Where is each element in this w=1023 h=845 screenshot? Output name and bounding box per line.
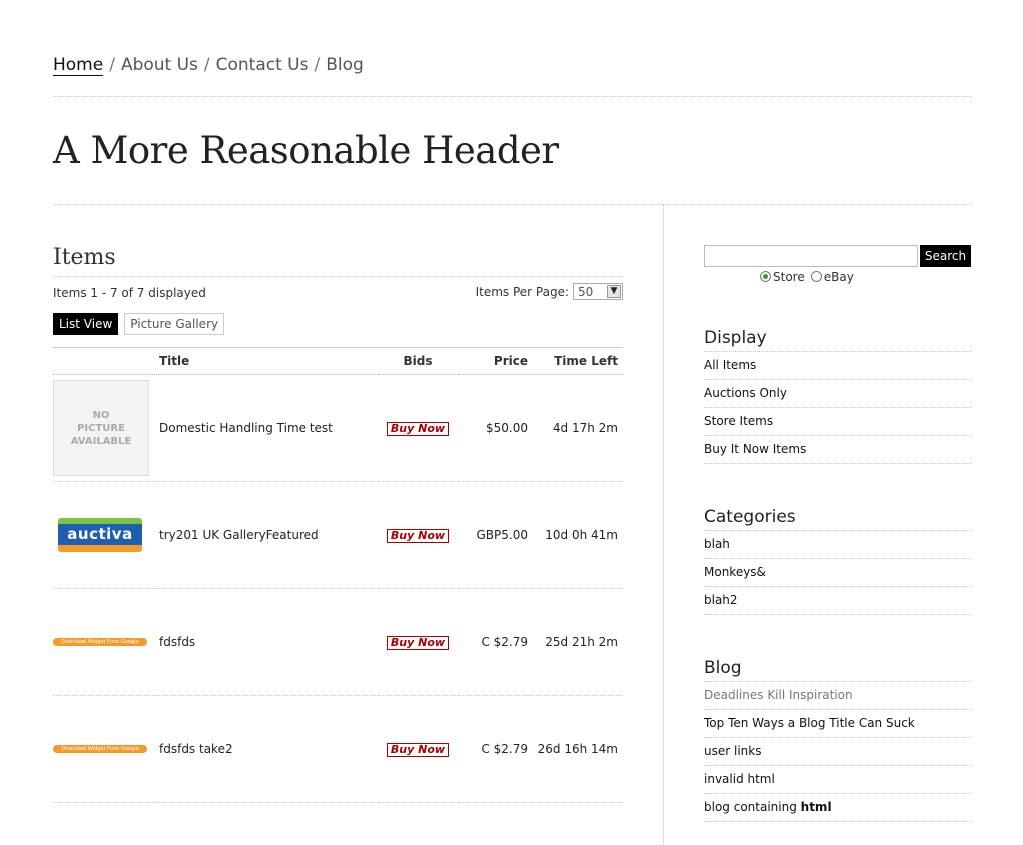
- nav-separator: /: [109, 55, 115, 75]
- item-title-link[interactable]: try201 UK GalleryFeatured: [159, 528, 319, 542]
- thumb-text: NO: [92, 409, 110, 421]
- item-price: C $2.79: [458, 695, 528, 803]
- thumb-cell: Download Widget From Google: [53, 695, 159, 803]
- thumb-text: AVAILABLE: [70, 435, 132, 447]
- blog-post-label: blog containing: [704, 800, 797, 814]
- nav-home-link[interactable]: Home: [53, 55, 104, 76]
- search-row: Search: [704, 245, 972, 267]
- store-radio-label: Store: [773, 270, 805, 284]
- thumb-cell: NO PICTURE AVAILABLE: [53, 374, 159, 482]
- column-header-bids[interactable]: Bids: [378, 347, 458, 375]
- item-price: C $2.79: [458, 588, 528, 696]
- buy-now-badge[interactable]: Buy Now: [386, 421, 450, 436]
- list-view-button[interactable]: List View: [53, 313, 119, 335]
- display-link-all-items[interactable]: All Items: [704, 352, 972, 380]
- blog-post-link[interactable]: Deadlines Kill Inspiration: [704, 682, 972, 710]
- ebay-radio-option[interactable]: eBay: [810, 270, 854, 284]
- chevron-down-icon[interactable]: ▼: [607, 285, 621, 298]
- search-input[interactable]: [704, 245, 918, 267]
- radio-checked-icon[interactable]: [760, 271, 771, 282]
- thumb-cell: Download Widget From Google: [53, 588, 159, 696]
- items-table: Title Bids Price Time Left NO PICTURE AVAI…: [53, 347, 623, 803]
- site-title: A More Reasonable Header: [53, 129, 559, 172]
- widget-banner-thumbnail[interactable]: Download Widget From Google: [53, 745, 147, 753]
- search-button[interactable]: Search: [920, 245, 971, 267]
- items-per-page-value: 50: [578, 285, 594, 299]
- column-header-time-left[interactable]: Time Left: [528, 347, 623, 375]
- table-row: NO PICTURE AVAILABLE Domestic Handling Tim…: [53, 374, 623, 482]
- item-title-link[interactable]: fdsfds take2: [159, 742, 233, 756]
- blog-widget: Blog Deadlines Kill Inspiration Top Ten …: [704, 657, 972, 822]
- blog-post-link[interactable]: user links: [704, 738, 972, 766]
- widget-banner-thumbnail[interactable]: Download Widget From Google: [53, 638, 147, 646]
- items-per-page-label: Items Per Page:: [475, 284, 569, 299]
- no-picture-thumbnail[interactable]: NO PICTURE AVAILABLE: [53, 380, 149, 476]
- buy-now-badge[interactable]: Buy Now: [386, 635, 450, 650]
- item-time-left: 26d 16h 14m: [528, 695, 623, 803]
- nav-about-link[interactable]: About Us: [121, 55, 198, 75]
- item-price: GBP5.00: [458, 481, 528, 589]
- header-divider: [53, 204, 972, 205]
- sidebar: Search Store eBay Display All Items Auct…: [704, 245, 972, 822]
- display-link-buy-it-now[interactable]: Buy It Now Items: [704, 436, 972, 464]
- categories-widget-title: Categories: [704, 506, 972, 531]
- table-row: Download Widget From Google fdsfds take2…: [53, 695, 623, 803]
- items-per-page: Items Per Page: 50 ▼: [476, 283, 623, 300]
- item-time-left: 25d 21h 2m: [528, 588, 623, 696]
- nav-separator: /: [314, 55, 321, 75]
- auctiva-logo-text: auctiva: [58, 524, 142, 545]
- item-price: $50.00: [458, 374, 528, 482]
- blog-post-bold: html: [800, 800, 832, 814]
- nav-separator: /: [203, 55, 210, 75]
- item-time-left: 4d 17h 2m: [528, 374, 623, 482]
- ebay-radio-label: eBay: [823, 270, 854, 284]
- column-header-title[interactable]: Title: [159, 347, 378, 375]
- column-header-thumb: [53, 347, 159, 375]
- items-summary: Items 1 - 7 of 7 displayed: [53, 286, 206, 300]
- nav-divider: [53, 96, 972, 97]
- category-link[interactable]: blah: [704, 531, 972, 559]
- blog-post-link[interactable]: blog containing html: [704, 794, 972, 822]
- nav-contact-link[interactable]: Contact Us: [216, 55, 309, 75]
- table-row: auctiva try201 UK GalleryFeatured Buy No…: [53, 481, 623, 589]
- column-divider: [663, 205, 664, 845]
- item-time-left: 10d 0h 41m: [528, 481, 623, 589]
- nav-blog-link[interactable]: Blog: [326, 55, 364, 75]
- main-content: Items Items 1 - 7 of 7 displayed Items P…: [53, 240, 623, 803]
- items-heading: Items: [53, 240, 623, 277]
- blog-widget-title: Blog: [704, 657, 972, 682]
- item-title-link[interactable]: Domestic Handling Time test: [159, 421, 333, 435]
- radio-unchecked-icon[interactable]: [810, 271, 822, 282]
- table-header-row: Title Bids Price Time Left: [53, 347, 623, 375]
- search-scope: Store eBay: [760, 270, 972, 284]
- auctiva-logo-thumbnail[interactable]: auctiva: [58, 518, 142, 552]
- thumb-text: PICTURE: [77, 422, 125, 434]
- category-link[interactable]: blah2: [704, 587, 972, 615]
- buy-now-badge[interactable]: Buy Now: [386, 742, 450, 757]
- view-toggle: List View Picture Gallery: [53, 313, 225, 335]
- category-link[interactable]: Monkeys&: [704, 559, 972, 587]
- display-link-auctions-only[interactable]: Auctions Only: [704, 380, 972, 408]
- blog-post-link[interactable]: invalid html: [704, 766, 972, 794]
- buy-now-badge[interactable]: Buy Now: [386, 528, 450, 543]
- categories-widget: Categories blah Monkeys& blah2: [704, 506, 972, 615]
- items-per-page-select[interactable]: 50 ▼: [573, 283, 623, 300]
- item-title-link[interactable]: fdsfds: [159, 635, 195, 649]
- top-nav: Home / About Us / Contact Us / Blog: [53, 55, 364, 76]
- store-radio-option[interactable]: Store: [760, 270, 805, 284]
- table-row: Download Widget From Google fdsfds Buy N…: [53, 588, 623, 696]
- picture-gallery-button[interactable]: Picture Gallery: [124, 313, 225, 335]
- column-header-price[interactable]: Price: [458, 347, 528, 375]
- display-widget: Display All Items Auctions Only Store It…: [704, 327, 972, 464]
- display-link-store-items[interactable]: Store Items: [704, 408, 972, 436]
- display-widget-title: Display: [704, 327, 972, 352]
- blog-post-link[interactable]: Top Ten Ways a Blog Title Can Suck: [704, 710, 972, 738]
- thumb-cell: auctiva: [53, 481, 159, 589]
